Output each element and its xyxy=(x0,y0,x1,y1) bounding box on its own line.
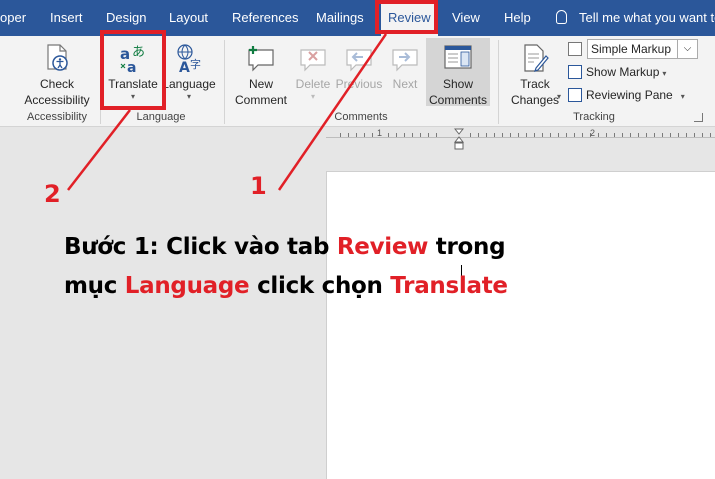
new-comment-button[interactable]: New Comment xyxy=(228,42,294,108)
track-changes-label-1: Track xyxy=(520,77,550,91)
show-markup-button[interactable]: Show Markup ▾ xyxy=(568,62,666,82)
check-label-line2: Accessibility xyxy=(24,93,90,107)
tab-layout[interactable]: Layout xyxy=(169,0,208,36)
instruction-highlight: Language xyxy=(124,273,250,299)
check-label-line1: Check xyxy=(39,77,74,91)
track-changes-icon xyxy=(519,42,551,74)
show-markup-icon xyxy=(568,65,582,79)
callout-number-2: 2 xyxy=(44,180,61,208)
group-label-comments: Comments xyxy=(334,111,388,123)
show-comments-icon xyxy=(442,42,474,74)
show-comments-label-2: Comments xyxy=(428,93,487,107)
instruction-text: Bước 1: Click vào tab xyxy=(64,234,337,260)
instruction-text: mục xyxy=(64,273,125,299)
language-dropdown-icon: ▾ xyxy=(186,92,191,101)
svg-text:字: 字 xyxy=(190,57,201,71)
new-comment-label-1: New xyxy=(248,77,273,91)
instruction-text: trong xyxy=(428,234,506,260)
svg-text:A: A xyxy=(179,60,190,74)
group-label-language: Language xyxy=(136,111,186,123)
previous-label: Previous xyxy=(335,77,383,91)
next-comment-button[interactable]: Next xyxy=(384,42,426,92)
reviewing-pane-button[interactable]: Reviewing Pane ▾ xyxy=(568,85,685,105)
group-label-tracking: Tracking xyxy=(573,111,615,123)
delete-comment-icon xyxy=(297,42,329,74)
lightbulb-icon xyxy=(556,10,567,24)
horizontal-ruler[interactable]: 1 2 xyxy=(326,128,715,150)
previous-comment-icon xyxy=(343,42,375,74)
new-comment-icon xyxy=(245,42,277,74)
tab-view[interactable]: View xyxy=(452,0,480,36)
show-comments-label-1: Show xyxy=(442,77,474,91)
previous-comment-button[interactable]: Previous xyxy=(334,42,384,92)
group-label-accessibility: Accessibility xyxy=(27,111,87,123)
next-comment-icon xyxy=(389,42,421,74)
language-button[interactable]: A 字 Language ▾ xyxy=(160,42,218,102)
instruction-line-1: Bước 1: Click vào tab Review trong xyxy=(64,234,506,260)
reviewing-pane-dropdown-icon: ▾ xyxy=(680,92,685,101)
track-changes-dropdown-icon: ▾ xyxy=(557,92,562,101)
document-page[interactable] xyxy=(326,171,715,479)
language-icon: A 字 xyxy=(173,42,205,76)
instruction-highlight: Translate xyxy=(390,273,508,299)
reviewing-pane-icon xyxy=(568,88,582,102)
show-markup-label: Show Markup xyxy=(586,65,660,79)
markup-display-icon xyxy=(568,42,582,56)
instruction-line-2: mục Language click chọn Translate xyxy=(64,273,508,299)
markup-row xyxy=(568,39,586,59)
delete-label: Delete xyxy=(295,77,331,91)
group-separator xyxy=(224,40,225,124)
instruction-text: click chọn xyxy=(249,273,391,299)
tab-insert[interactable]: Insert xyxy=(50,0,83,36)
check-accessibility-button[interactable]: Check Accessibility xyxy=(20,42,94,108)
delete-dropdown-icon: ▾ xyxy=(310,92,315,101)
markup-select[interactable]: Simple Markup ⌵ xyxy=(587,39,698,59)
show-markup-dropdown-icon: ▾ xyxy=(662,69,667,78)
language-label: Language xyxy=(162,77,216,91)
tab-mailings[interactable]: Mailings xyxy=(316,0,364,36)
chevron-down-icon[interactable]: ⌵ xyxy=(677,40,697,58)
translate-button-highlight xyxy=(100,30,166,110)
markup-select-value: Simple Markup xyxy=(591,42,672,56)
callout-number-1: 1 xyxy=(250,172,267,200)
instruction-highlight: Review xyxy=(336,234,429,260)
delete-comment-button[interactable]: Delete ▾ xyxy=(292,42,334,102)
tab-developer[interactable]: oper xyxy=(0,0,26,36)
dialog-launcher-icon[interactable] xyxy=(694,113,703,122)
ruler-number: 2 xyxy=(590,128,596,138)
new-comment-label-2: Comment xyxy=(234,93,287,107)
tell-me-search[interactable]: Tell me what you want to xyxy=(556,0,715,36)
tab-help[interactable]: Help xyxy=(504,0,531,36)
next-label: Next xyxy=(392,77,418,91)
ruler-number: 1 xyxy=(377,128,383,138)
tab-references[interactable]: References xyxy=(232,0,298,36)
review-tab-highlight xyxy=(375,0,438,34)
reviewing-pane-label: Reviewing Pane xyxy=(586,88,673,102)
group-separator xyxy=(498,40,499,124)
tell-me-text: Tell me what you want to xyxy=(579,10,715,25)
indent-marker-icon[interactable] xyxy=(454,128,464,152)
show-comments-button[interactable]: Show Comments xyxy=(426,38,490,107)
accessibility-check-icon xyxy=(41,42,73,74)
